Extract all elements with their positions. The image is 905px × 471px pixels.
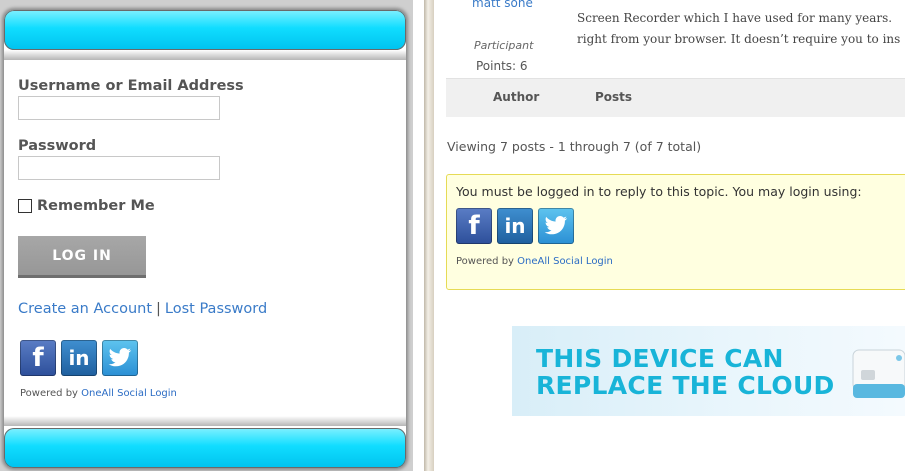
posts-column-header: Posts <box>595 90 633 104</box>
reply-text-line-1: Screen Recorder which I have used for ma… <box>577 11 893 25</box>
notice-powered-by: Powered by OneAll Social Login <box>456 256 613 267</box>
powered-by-prefix: Powered by <box>456 256 514 267</box>
social-login-buttons: f in <box>20 340 138 376</box>
lost-password-link[interactable]: Lost Password <box>165 301 267 317</box>
password-label: Password <box>18 138 97 154</box>
username-label: Username or Email Address <box>18 78 244 94</box>
powered-by-prefix: Powered by <box>20 388 78 399</box>
oneall-link[interactable]: OneAll Social Login <box>517 256 613 267</box>
author-column-header: Author <box>493 90 540 104</box>
username-input[interactable] <box>18 96 220 120</box>
login-button[interactable]: LOG IN <box>18 236 146 278</box>
pagination-count: Viewing 7 posts - 1 through 7 (of 7 tota… <box>447 139 702 154</box>
topic-footer-header: Author Posts <box>446 78 905 117</box>
author-role: Participant <box>474 39 534 52</box>
remember-me-checkbox[interactable] <box>18 199 32 213</box>
oneall-link[interactable]: OneAll Social Login <box>81 388 177 399</box>
widget-footer-bar <box>4 428 406 468</box>
remember-me-label: Remember Me <box>37 198 155 214</box>
advertisement-banner[interactable]: THIS DEVICE CAN REPLACE THE CLOUD <box>512 326 905 416</box>
facebook-icon[interactable]: f <box>456 208 492 244</box>
ad-headline-1: THIS DEVICE CAN <box>536 344 784 373</box>
twitter-icon[interactable] <box>538 208 574 244</box>
notice-text: You must be logged in to reply to this t… <box>456 184 862 199</box>
footer-divider <box>4 416 406 426</box>
ad-headline-2: REPLACE THE CLOUD <box>536 371 835 400</box>
login-widget: Username or Email Address Password Remem… <box>4 10 406 468</box>
column-divider <box>424 0 434 471</box>
twitter-bird-glyph <box>544 216 568 235</box>
login-required-notice: You must be logged in to reply to this t… <box>446 174 905 290</box>
create-account-link[interactable]: Create an Account <box>18 301 152 317</box>
linkedin-icon[interactable]: in <box>497 208 533 244</box>
reply-content: Screen Recorder which I have used for ma… <box>577 8 900 50</box>
reply-text-line-2: right from your browser. It doesn’t requ… <box>577 32 901 46</box>
author-points: Points: 6 <box>476 59 528 73</box>
password-input[interactable] <box>18 156 220 180</box>
login-sidebar: Username or Email Address Password Remem… <box>0 0 413 471</box>
facebook-icon[interactable]: f <box>20 340 56 376</box>
storage-device-image <box>852 349 905 398</box>
remember-me-row[interactable]: Remember Me <box>18 198 155 214</box>
notice-social-buttons: f in <box>456 208 574 244</box>
account-links: Create an Account | Lost Password <box>18 301 267 317</box>
link-separator: | <box>156 301 161 317</box>
reply-author-link[interactable]: matt sone <box>472 0 533 10</box>
header-divider <box>4 50 406 60</box>
linkedin-icon[interactable]: in <box>61 340 97 376</box>
powered-by-text: Powered by OneAll Social Login <box>20 388 177 399</box>
widget-header-bar <box>4 10 406 50</box>
twitter-icon[interactable] <box>102 340 138 376</box>
twitter-bird-glyph <box>108 348 132 367</box>
